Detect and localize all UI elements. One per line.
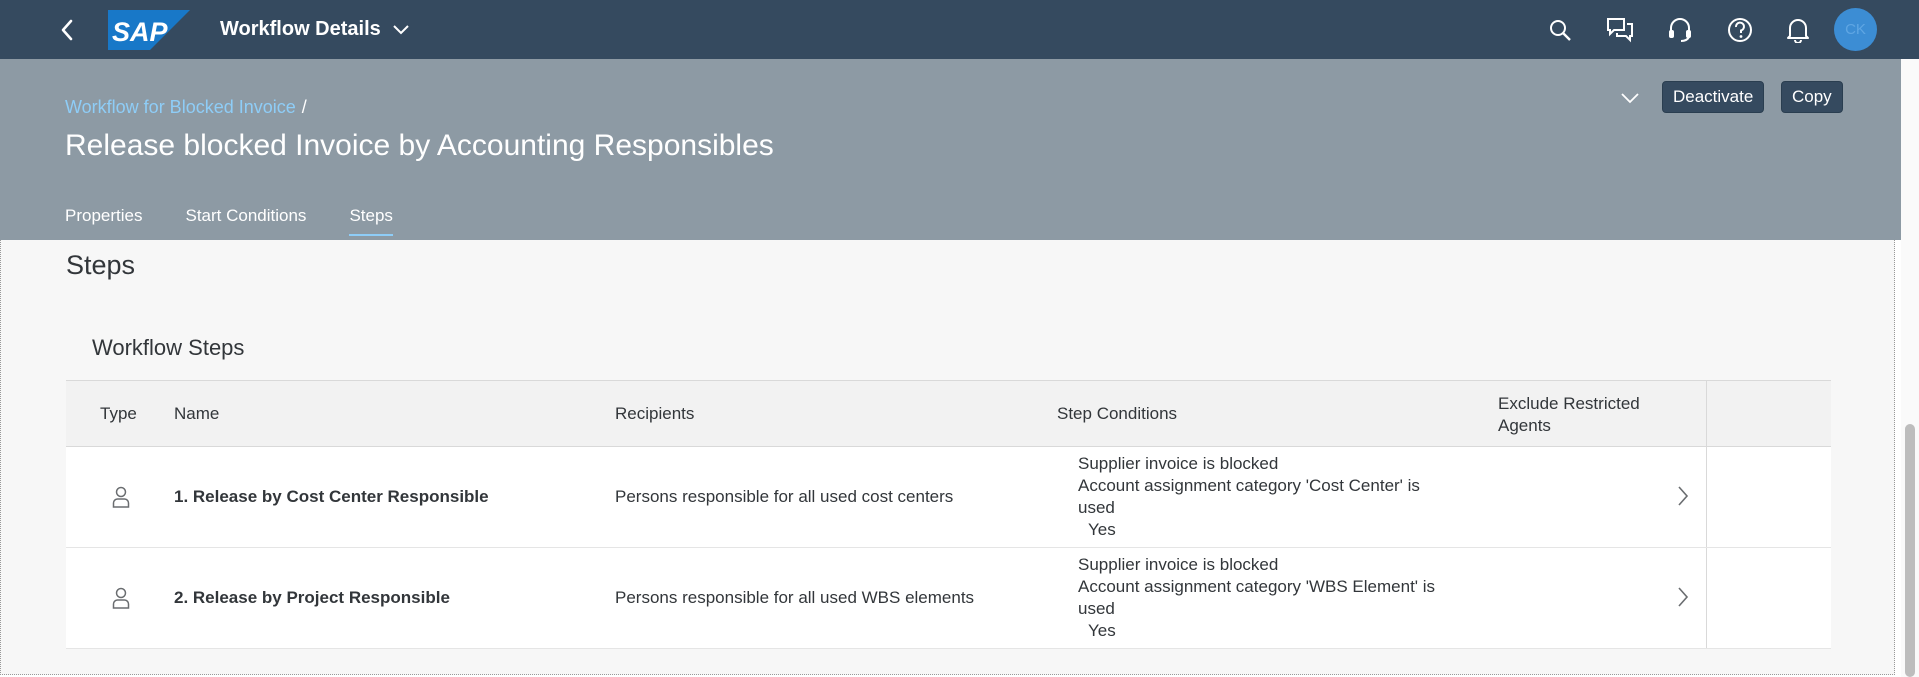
column-header-name: Name [174, 404, 220, 423]
workflow-steps-panel: Workflow Steps Type Name Recipients Step… [66, 313, 1831, 650]
search-button[interactable] [1542, 0, 1578, 59]
deactivate-button[interactable]: Deactivate [1662, 81, 1765, 113]
headset-icon [1669, 17, 1691, 42]
panel-title: Workflow Steps [92, 335, 245, 360]
workflow-steps-table: Type Name Recipients Step Conditions Exc… [66, 380, 1831, 649]
chevron-right-icon[interactable] [1676, 586, 1696, 608]
app-title-menu[interactable]: Workflow Details [220, 0, 409, 59]
column-divider [1706, 381, 1707, 446]
table-row[interactable]: 2. Release by Project Responsible Person… [66, 548, 1831, 649]
svg-text:SAP: SAP [112, 17, 169, 47]
tab-properties[interactable]: Properties [65, 206, 142, 232]
column-header-step-conditions: Step Conditions [1057, 404, 1178, 423]
step-name: 2. Release by Project Responsible [174, 588, 450, 607]
breadcrumb: Workflow for Blocked Invoice / [65, 97, 307, 118]
condition-line: used [1078, 599, 1115, 618]
tab-steps[interactable]: Steps [349, 206, 394, 236]
scrollbar-thumb[interactable] [1905, 424, 1915, 677]
breadcrumb-separator: / [301, 97, 307, 117]
condition-line: Supplier invoice is blocked [1078, 555, 1279, 574]
copy-button[interactable]: Copy [1781, 81, 1843, 113]
column-header-exclude-line-2: Agents [1498, 416, 1551, 435]
chevron-right-icon[interactable] [1676, 485, 1696, 507]
avatar[interactable]: CK [1834, 8, 1877, 51]
person-icon [112, 486, 130, 513]
step-name: 1. Release by Cost Center Responsible [174, 487, 489, 506]
chat-icon [1607, 17, 1633, 42]
column-header-type: Type [100, 404, 137, 423]
step-conditions: Supplier invoice is blocked Account assi… [1078, 453, 1420, 541]
vertical-scrollbar[interactable] [1901, 59, 1919, 677]
condition-line: used [1078, 498, 1115, 517]
back-button[interactable] [52, 0, 82, 59]
bell-icon [1787, 18, 1809, 43]
column-header-recipients: Recipients [615, 404, 695, 423]
app-title: Workflow Details [220, 18, 381, 40]
notifications-button[interactable] [1780, 0, 1816, 59]
breadcrumb-link[interactable]: Workflow for Blocked Invoice [65, 97, 296, 117]
section-title: Steps [66, 250, 136, 280]
shell-bar: SAP Workflow Details CK [0, 0, 1919, 59]
condition-line: Supplier invoice is blocked [1078, 454, 1279, 473]
condition-value: Yes [1088, 621, 1116, 640]
chat-button[interactable] [1602, 0, 1638, 59]
column-header-exclude-restricted-agents: Exclude Restricted Agents [1498, 393, 1640, 437]
step-conditions: Supplier invoice is blocked Account assi… [1078, 554, 1435, 642]
column-header-exclude-line-1: Exclude Restricted [1498, 394, 1640, 413]
chevron-down-icon [393, 24, 409, 35]
person-icon [112, 587, 130, 614]
condition-line: Account assignment category 'WBS Element… [1078, 577, 1436, 596]
page-title: Release blocked Invoice by Accounting Re… [65, 129, 774, 162]
table-header: Type Name Recipients Step Conditions Exc… [66, 380, 1831, 447]
chevron-down-icon [1621, 93, 1639, 104]
column-divider [1706, 447, 1707, 547]
help-icon [1728, 17, 1752, 42]
support-button[interactable] [1662, 0, 1698, 59]
help-button[interactable] [1722, 0, 1758, 59]
steps-section: Steps Workflow Steps Type Name Recipient… [0, 240, 1895, 675]
tab-bar: Properties Start Conditions Steps [65, 206, 436, 236]
condition-value: Yes [1088, 520, 1116, 539]
step-recipients: Persons responsible for all used cost ce… [615, 487, 954, 506]
tab-start-conditions[interactable]: Start Conditions [185, 206, 306, 232]
column-divider [1706, 548, 1707, 648]
back-icon [61, 19, 73, 40]
object-header: Workflow for Blocked Invoice / Release bl… [0, 59, 1901, 240]
sap-logo[interactable]: SAP [108, 10, 190, 50]
condition-line: Account assignment category 'Cost Center… [1078, 476, 1420, 495]
table-row[interactable]: 1. Release by Cost Center Responsible Pe… [66, 447, 1831, 548]
step-recipients: Persons responsible for all used WBS ele… [615, 588, 975, 607]
collapse-header-button[interactable] [1618, 86, 1642, 110]
search-icon [1550, 19, 1571, 41]
